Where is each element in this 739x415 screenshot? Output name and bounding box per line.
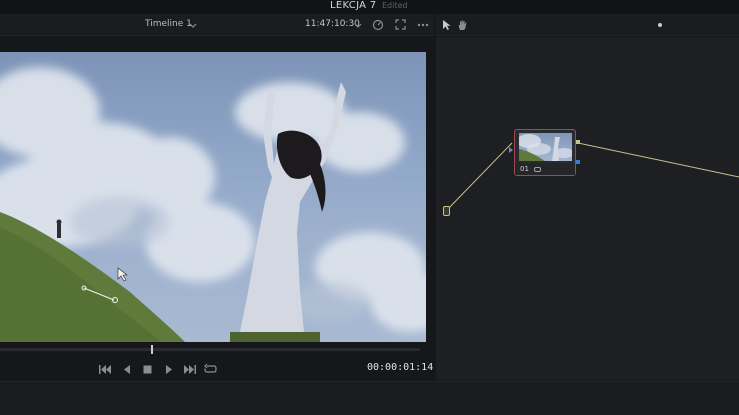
node-editor-canvas[interactable] (436, 37, 739, 380)
chevron-down-icon[interactable] (186, 18, 199, 31)
stop-icon[interactable] (140, 362, 155, 376)
node-output-rgb[interactable] (576, 140, 580, 144)
skip-end-icon[interactable] (182, 362, 197, 376)
status-dot (658, 23, 662, 27)
step-back-icon[interactable] (119, 362, 134, 376)
input-node-connector[interactable] (443, 206, 450, 216)
viewer-header: Timeline 1 11:47:10:30 (0, 14, 434, 36)
title-bar: LEKCJA 7 Edited (0, 0, 739, 14)
transport-controls (98, 361, 218, 377)
play-icon[interactable] (161, 362, 176, 376)
chevron-down-icon[interactable] (351, 18, 364, 31)
bottom-panel (0, 381, 739, 415)
speedometer-icon[interactable] (371, 18, 384, 31)
playhead[interactable] (151, 345, 154, 354)
node-input-icon[interactable] (509, 147, 513, 153)
node-link-icon (534, 167, 541, 172)
more-icon[interactable] (416, 18, 429, 31)
timeline-name-selector[interactable]: Timeline 1 (145, 19, 192, 29)
node-editor-header (436, 14, 739, 36)
fullscreen-icon[interactable] (394, 18, 407, 31)
pointer-icon[interactable] (440, 18, 453, 31)
timeline-scrubber[interactable] (0, 348, 420, 351)
current-timecode: 00:00:01:14 (367, 362, 434, 373)
skip-start-icon[interactable] (98, 362, 113, 376)
video-frame[interactable] (0, 52, 426, 342)
node-output-alpha[interactable] (576, 160, 580, 164)
project-status: Edited (382, 1, 408, 10)
node-thumbnail (519, 133, 572, 161)
node-number: 01 (520, 165, 529, 173)
hand-icon[interactable] (456, 18, 469, 31)
project-title: LEKCJA 7 (330, 0, 377, 11)
corrector-node-01[interactable]: 01 (509, 129, 580, 176)
loop-icon[interactable] (203, 362, 218, 376)
